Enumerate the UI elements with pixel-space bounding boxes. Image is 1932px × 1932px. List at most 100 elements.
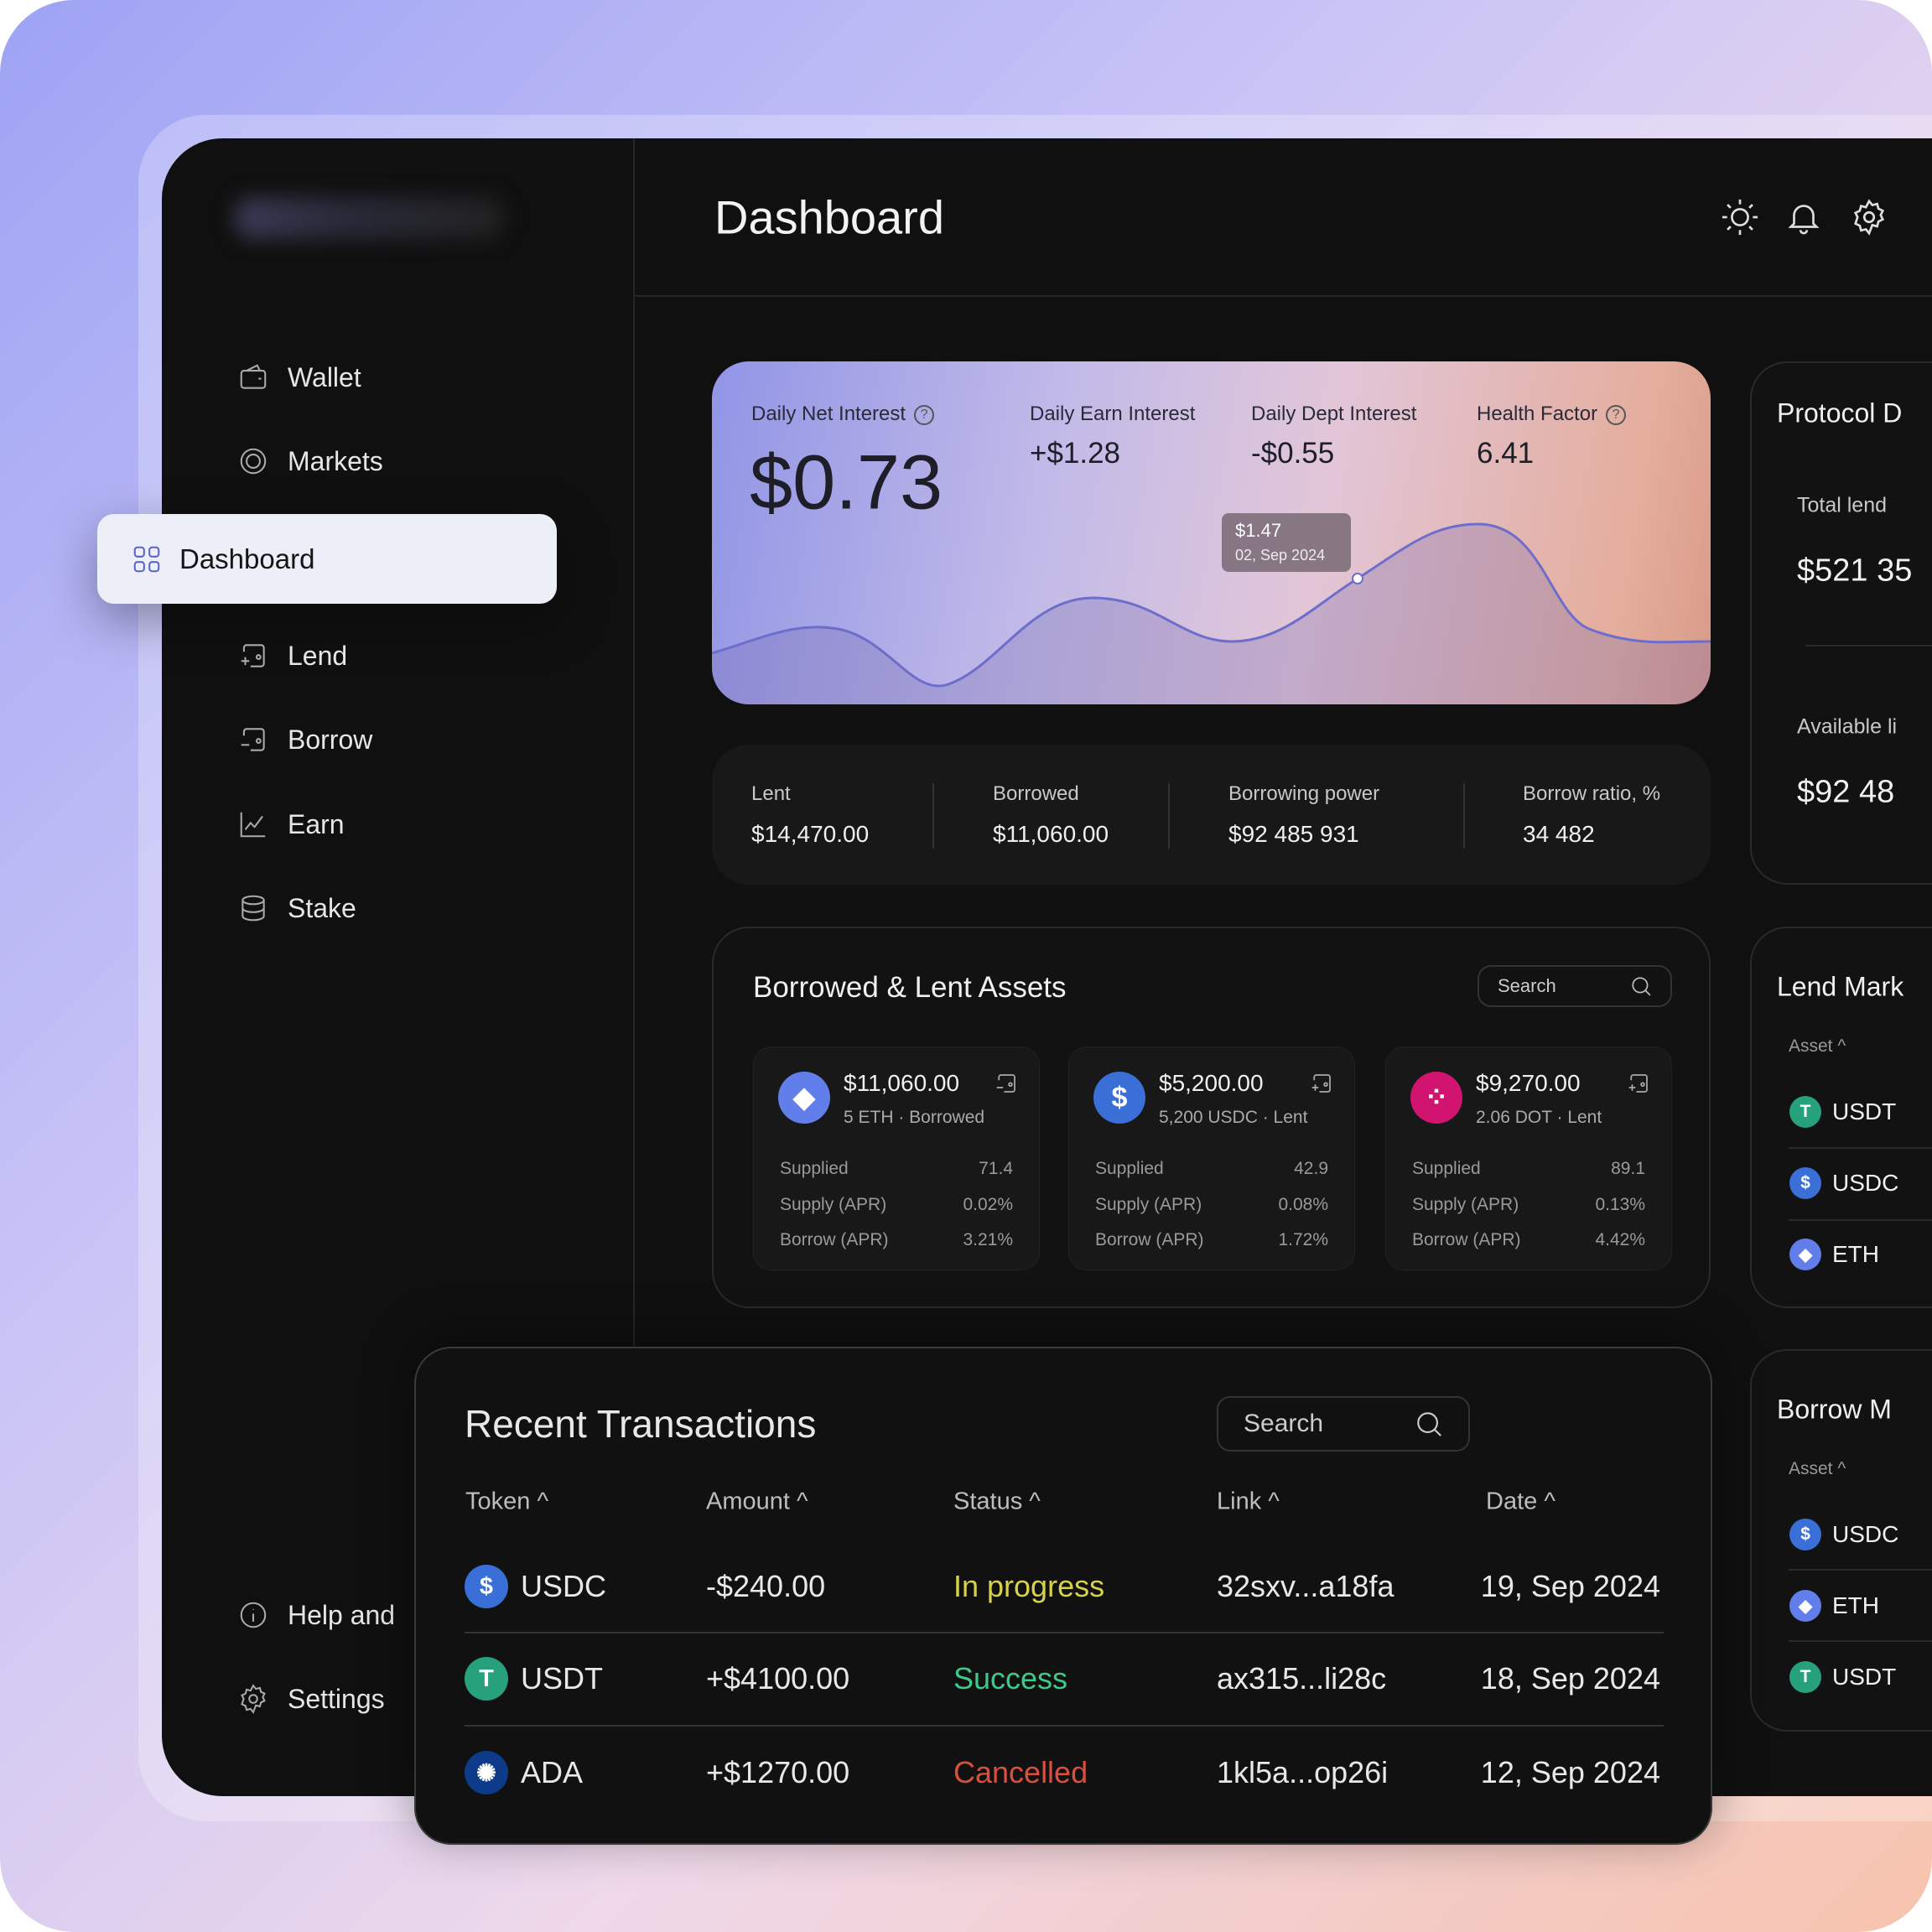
asset-row-value: 0.13% — [1595, 1195, 1645, 1214]
sidebar-item-dashboard[interactable]: Dashboard — [97, 514, 557, 604]
bell-icon[interactable] — [1784, 198, 1823, 236]
divider — [1805, 645, 1932, 647]
gear-icon — [241, 1684, 266, 1714]
sidebar-item-label: Lend — [288, 640, 348, 671]
available-value: $92 48 — [1797, 774, 1895, 810]
sidebar-item-markets[interactable]: Markets — [237, 445, 383, 477]
assets-search-input[interactable]: Search — [1478, 965, 1672, 1007]
asset-row-label: Supply (APR) — [1412, 1195, 1519, 1214]
sidebar-item-label: Stake — [288, 892, 356, 923]
link-cell[interactable]: 32sxv...a18fa — [1217, 1569, 1394, 1604]
asset-row-value: 4.42% — [1595, 1230, 1645, 1249]
sidebar-item-wallet[interactable]: Wallet — [237, 361, 361, 393]
divider — [1789, 1147, 1932, 1149]
market-asset-label[interactable]: USDT — [1832, 1664, 1896, 1690]
sidebar-item-stake[interactable]: Stake — [237, 892, 356, 924]
market-asset-label[interactable]: USDT — [1832, 1098, 1896, 1125]
sidebar-item-settings[interactable]: Settings — [237, 1683, 385, 1715]
asset-column-header[interactable]: Asset ^ — [1789, 1459, 1846, 1479]
sidebar-item-label: Dashboard — [179, 543, 315, 574]
divider — [932, 783, 934, 849]
asset-sub: 5,200 USDC · Lent — [1159, 1108, 1308, 1127]
column-header-amount[interactable]: Amount ^ — [706, 1488, 808, 1516]
dot-coin-icon: ⁘ — [1410, 1072, 1462, 1124]
stat-value: $14,470.00 — [751, 821, 870, 847]
sun-icon[interactable] — [1721, 198, 1759, 236]
divider — [1168, 783, 1170, 849]
divider — [1463, 783, 1465, 849]
total-lend-label: Total lend — [1797, 493, 1888, 517]
help-icon[interactable]: ? — [1606, 404, 1627, 425]
chart-point[interactable] — [1352, 573, 1363, 584]
assets-title: Borrowed & Lent Assets — [753, 971, 1067, 1004]
column-header-date[interactable]: Date ^ — [1486, 1488, 1555, 1516]
sidebar-item-borrow[interactable]: Borrow — [237, 724, 372, 756]
eth-coin-icon: ◆ — [1789, 1590, 1821, 1622]
sidebar-item-label: Earn — [288, 808, 345, 839]
help-icon[interactable]: ? — [914, 404, 935, 425]
sidebar-item-label: Borrow — [288, 724, 373, 755]
sidebar-item-lend[interactable]: Lend — [237, 640, 347, 672]
available-label: Available li — [1797, 714, 1898, 739]
borrow-icon — [241, 728, 265, 751]
gear-icon[interactable] — [1850, 198, 1888, 236]
eth-coin-icon: ◆ — [1789, 1239, 1821, 1270]
amount-cell: -$240.00 — [706, 1569, 826, 1603]
asset-card[interactable]: $ $5,200.00 5,200 USDC · Lent Supplied 42… — [1068, 1046, 1355, 1270]
column-header-status[interactable]: Status ^ — [953, 1488, 1041, 1516]
search-placeholder: Search — [1498, 975, 1556, 996]
stat-value: $11,060.00 — [993, 821, 1109, 847]
usdc-coin-icon: $ — [1789, 1519, 1821, 1550]
transactions-search-input[interactable]: Search — [1217, 1396, 1470, 1452]
usdt-coin-icon: T — [465, 1657, 508, 1701]
usdt-coin-icon: T — [1789, 1661, 1821, 1693]
tooltip-value: $1.47 — [1235, 520, 1282, 541]
usdc-coin-icon: $ — [1789, 1167, 1821, 1199]
tooltip-date: 02, Sep 2024 — [1235, 547, 1326, 564]
asset-column-header[interactable]: Asset ^ — [1789, 1036, 1846, 1057]
asset-sub: 5 ETH · Borrowed — [844, 1108, 985, 1127]
usdc-coin-icon: $ — [1093, 1072, 1145, 1124]
asset-card[interactable]: ◆ $11,060.00 5 ETH · Borrowed Supplied 71… — [753, 1046, 1040, 1270]
market-asset-label[interactable]: USDC — [1832, 1521, 1898, 1548]
amount-cell: +$1270.00 — [706, 1755, 850, 1789]
wallet-icon — [240, 364, 267, 389]
usdc-coin-icon: $ — [465, 1565, 508, 1608]
sidebar-item-help[interactable]: Help and — [237, 1599, 395, 1631]
market-asset-label[interactable]: USDC — [1832, 1170, 1898, 1197]
total-lend-value: $521 35 — [1797, 553, 1913, 589]
sidebar-item-label: Help and — [288, 1599, 396, 1630]
stat-label: Borrowed — [993, 782, 1079, 805]
logo — [235, 197, 503, 239]
date-cell: 12, Sep 2024 — [1480, 1755, 1660, 1789]
borrow_market-title: Borrow M — [1777, 1394, 1892, 1425]
divider — [1789, 1569, 1932, 1571]
market-asset-label[interactable]: ETH — [1832, 1592, 1879, 1619]
asset-card[interactable]: ⁘ $9,270.00 2.06 DOT · Lent Supplied 89.1… — [1385, 1046, 1672, 1270]
stat-label: Borrowing power — [1228, 782, 1380, 805]
sidebar-item-label: Markets — [288, 445, 383, 476]
borrow-action-icon[interactable] — [994, 1071, 1019, 1096]
asset-row-label: Supplied — [1095, 1159, 1164, 1178]
market-asset-label[interactable]: ETH — [1832, 1241, 1879, 1268]
lend-action-icon[interactable] — [1626, 1071, 1651, 1096]
info-icon — [240, 1602, 267, 1628]
asset-row-label: Supplied — [1412, 1159, 1481, 1178]
sidebar-item-earn[interactable]: Earn — [237, 808, 345, 840]
eth-coin-icon: ◆ — [778, 1072, 830, 1124]
stats-card: Lent $14,470.00 Borrowed $11,060.00 Borrowin… — [712, 745, 1711, 885]
stat-value: $92 485 931 — [1228, 821, 1359, 847]
borrow-market-card: Borrow M Asset ^ $ USDC ◆ ETH T USDT — [1750, 1349, 1932, 1732]
markets-icon — [240, 448, 267, 475]
asset-amount: $5,200.00 — [1159, 1070, 1264, 1096]
column-header-link[interactable]: Link ^ — [1217, 1488, 1280, 1516]
chart-tooltip: $1.47 02, Sep 2024 — [1222, 513, 1351, 572]
link-cell[interactable]: ax315...li28c — [1217, 1661, 1386, 1696]
asset-amount: $11,060.00 — [844, 1070, 960, 1096]
asset-row-value: 89.1 — [1611, 1159, 1645, 1178]
link-cell[interactable]: 1kl5a...op26i — [1217, 1755, 1388, 1790]
lend-action-icon[interactable] — [1309, 1071, 1334, 1096]
grid-icon — [133, 546, 160, 572]
lend-icon — [241, 644, 265, 667]
column-header-token[interactable]: Token ^ — [465, 1488, 548, 1516]
